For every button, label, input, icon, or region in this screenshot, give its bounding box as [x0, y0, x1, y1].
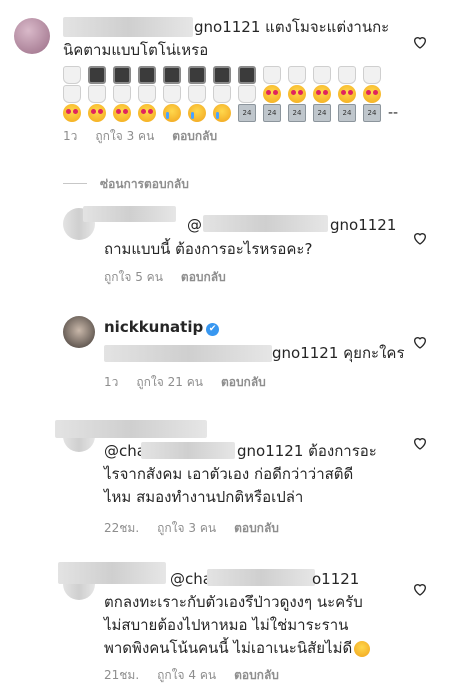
like-count[interactable]: ถูกใจ 21 คน [136, 375, 203, 389]
like-count[interactable]: ถูกใจ 3 คน [157, 521, 216, 535]
redacted-username [58, 562, 166, 584]
mention-suffix[interactable]: gno1121 คุยกะใคร [272, 342, 405, 364]
toilet-emoji-icon [338, 65, 356, 84]
toilet-emoji-icon [263, 65, 281, 84]
toilet-emoji-icon [138, 84, 156, 103]
redacted-username [55, 420, 207, 438]
comment-text-line: ตกลงทะเราะกับตัวเองรึป่าวดูงงๆ นะครับ [104, 593, 363, 611]
reply-button[interactable]: ตอบกลับ [234, 668, 279, 682]
tv-emoji-icon [113, 65, 131, 84]
heart-eyes-emoji-icon [88, 103, 106, 122]
heart-eyes-emoji-icon [338, 84, 356, 103]
comment-meta: ถูกใจ 5 คน ตอบกลับ [104, 268, 244, 287]
comment-meta: 21ชม. ถูกใจ 4 คน ตอบกลับ [104, 666, 297, 685]
avatar[interactable] [63, 316, 95, 348]
comment-text: gno1121 ต้องการอะ [237, 442, 377, 460]
trophy-emoji-icon: 24 [263, 103, 281, 122]
comment-text-line: ไหม สมองทำงานปกติหรือเปล่า [104, 488, 304, 506]
comment-text-line: พาดพิงคนโน้นคนนี้ ไม่เอาเนะนิสัยไม่ดี [104, 637, 377, 659]
toilet-emoji-icon [188, 84, 206, 103]
heart-outline-icon[interactable] [412, 230, 428, 246]
reply-button[interactable]: ตอบกลับ [172, 129, 217, 143]
hide-replies-divider [63, 183, 87, 184]
comment-text-fragment: พาดพิงคนโน้นคนนี้ ไม่เอาเนะนิสัยไม่ดี [104, 639, 353, 657]
heart-eyes-emoji-icon [113, 103, 131, 122]
heart-eyes-emoji-icon [63, 103, 81, 122]
tv-emoji-icon [138, 65, 156, 84]
trophy-emoji-icon: 24 [363, 103, 381, 122]
heart-eyes-emoji-icon [313, 84, 331, 103]
redacted-username [83, 206, 176, 222]
comment-meta: 1ว ถูกใจ 3 คน ตอบกลับ [63, 127, 235, 146]
trophy-emoji-icon: 24 [338, 103, 356, 122]
mention-suffix[interactable]: gno1121 [330, 214, 396, 236]
toilet-emoji-icon [163, 84, 181, 103]
comment-time: 22ชม. [104, 521, 140, 535]
comment-text-line: ไม่สบายต้องไปหาหมอ ไม่ใช่มาระราน [104, 616, 349, 634]
tv-emoji-icon [163, 65, 181, 84]
comment-text: ถามแบบนี้ ต้องการอะไรหรอคะ? [104, 240, 313, 258]
trophy-emoji-icon: 24 [288, 103, 306, 122]
username[interactable]: nickkunatip ✔ [104, 316, 220, 338]
emoji-row-suffix: -- [388, 105, 399, 121]
emoji-row [63, 64, 388, 84]
comment-meta: 22ชม. ถูกใจ 3 คน ตอบกลับ [104, 519, 297, 538]
username-text[interactable]: nickkunatip [104, 318, 203, 336]
heart-outline-icon[interactable] [412, 435, 428, 451]
toilet-emoji-icon [363, 65, 381, 84]
toilet-emoji-icon [213, 84, 231, 103]
comment-text: gno1121 แตงโมจะแต่งานกะ [194, 18, 390, 36]
toilet-emoji-icon [238, 84, 256, 103]
redacted-mention [104, 345, 272, 362]
tv-emoji-icon [88, 65, 106, 84]
redacted-mention [207, 569, 315, 586]
reply-button[interactable]: ตอบกลับ [181, 270, 226, 284]
trophy-emoji-icon: 24 [313, 103, 331, 122]
mention-prefix[interactable]: @cha [104, 440, 146, 462]
comment-meta: 1ว ถูกใจ 21 คน ตอบกลับ [104, 373, 284, 392]
emoji-row [63, 83, 388, 103]
like-count[interactable]: ถูกใจ 5 คน [104, 270, 163, 284]
trophy-emoji-icon: 24 [238, 103, 256, 122]
toilet-emoji-icon [313, 65, 331, 84]
cry-emoji-icon [213, 103, 231, 122]
tv-emoji-icon [188, 65, 206, 84]
heart-eyes-emoji-icon [363, 84, 381, 103]
heart-eyes-emoji-icon [263, 84, 281, 103]
heart-eyes-emoji-icon [138, 103, 156, 122]
like-count[interactable]: ถูกใจ 4 คน [157, 668, 216, 682]
comment-text: o1121 [312, 570, 360, 588]
mention-prefix[interactable]: @ [187, 214, 202, 236]
comment-time: 1ว [63, 129, 78, 143]
toilet-emoji-icon [113, 84, 131, 103]
redacted-mention [141, 442, 235, 459]
emoji-row: 24 24 24 24 24 24 -- [63, 102, 398, 122]
redacted-username [63, 17, 193, 37]
comment-text-line: นิคตามแบบโตโน่เหรอ [63, 41, 209, 59]
cry-emoji-icon [188, 103, 206, 122]
avatar[interactable] [14, 18, 50, 54]
tv-emoji-icon [238, 65, 256, 84]
heart-outline-icon[interactable] [412, 334, 428, 350]
reply-button[interactable]: ตอบกลับ [234, 521, 279, 535]
toilet-emoji-icon [63, 84, 81, 103]
hide-replies-button[interactable]: ซ่อนการตอบกลับ [100, 175, 189, 194]
heart-outline-icon[interactable] [412, 34, 428, 50]
toilet-emoji-icon [88, 84, 106, 103]
cry-emoji-icon [163, 103, 181, 122]
pensive-emoji-icon [354, 640, 371, 657]
reply-button[interactable]: ตอบกลับ [221, 375, 266, 389]
mention-prefix[interactable]: @cha [170, 568, 212, 590]
comment-text-line: ไรจากสังคม เอาตัวเอง ก่อดีกว่าว่าสติดี [104, 465, 354, 483]
heart-eyes-emoji-icon [288, 84, 306, 103]
heart-outline-icon[interactable] [412, 581, 428, 597]
verified-badge-icon: ✔ [206, 323, 220, 336]
comment-time: 1ว [104, 375, 119, 389]
like-count[interactable]: ถูกใจ 3 คน [95, 129, 154, 143]
toilet-emoji-icon [288, 65, 306, 84]
tv-emoji-icon [213, 65, 231, 84]
redacted-mention [203, 215, 328, 232]
comment-time: 21ชม. [104, 668, 140, 682]
toilet-emoji-icon [63, 65, 81, 84]
